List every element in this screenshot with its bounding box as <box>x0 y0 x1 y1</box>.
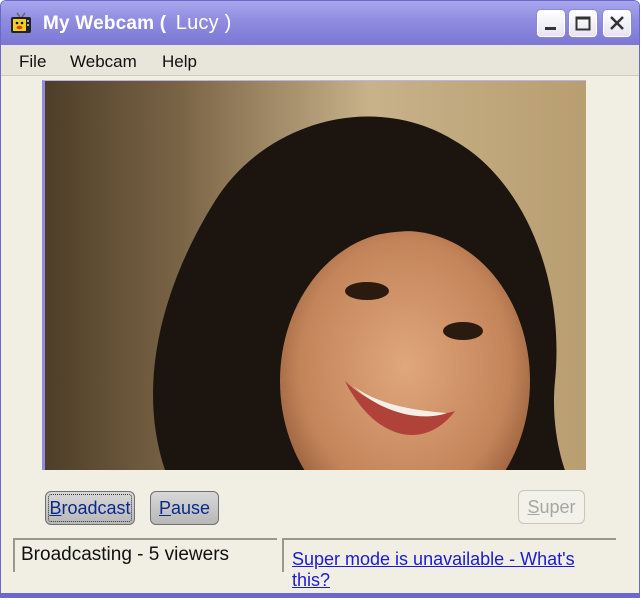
broadcast-button[interactable]: Broadcast <box>45 491 135 525</box>
super-mode-panel: Super mode is unavailable - What's this? <box>282 538 616 590</box>
window-border <box>1 593 639 597</box>
maximize-icon <box>575 16 591 31</box>
webcam-window: My Webcam ( Lucy ) File Webcam Help Broa… <box>0 0 640 598</box>
super-mode-link[interactable]: Super mode is unavailable - What's this? <box>292 549 575 590</box>
broadcast-label: roadcast <box>61 498 131 518</box>
minimize-button[interactable] <box>537 10 565 37</box>
title-username: Lucy ) <box>175 12 232 34</box>
pause-button[interactable]: Pause <box>150 491 219 525</box>
close-icon <box>610 16 624 30</box>
menu-file[interactable]: File <box>19 52 46 72</box>
pause-accesskey: P <box>158 498 171 518</box>
tv-icon <box>11 12 31 33</box>
status-panel: Broadcasting - 5 viewers <box>13 538 277 572</box>
title-bar[interactable]: My Webcam ( Lucy ) <box>1 1 639 45</box>
window-title: My Webcam ( Lucy ) <box>43 12 231 35</box>
pause-label: ause <box>170 498 211 518</box>
menu-bar: File Webcam Help <box>1 45 639 76</box>
title-label: My Webcam ( <box>43 13 167 34</box>
video-frame <box>45 81 586 470</box>
super-button[interactable]: Super <box>518 490 585 524</box>
menu-webcam[interactable]: Webcam <box>70 52 137 72</box>
super-accesskey: S <box>527 497 540 517</box>
broadcast-accesskey: B <box>49 498 62 518</box>
maximize-button[interactable] <box>569 10 597 37</box>
menu-help[interactable]: Help <box>162 52 197 72</box>
webcam-video <box>42 80 586 470</box>
close-button[interactable] <box>603 10 631 37</box>
minimize-icon <box>545 27 556 30</box>
super-label: uper <box>539 497 576 517</box>
status-text: Broadcasting - 5 viewers <box>21 544 230 565</box>
